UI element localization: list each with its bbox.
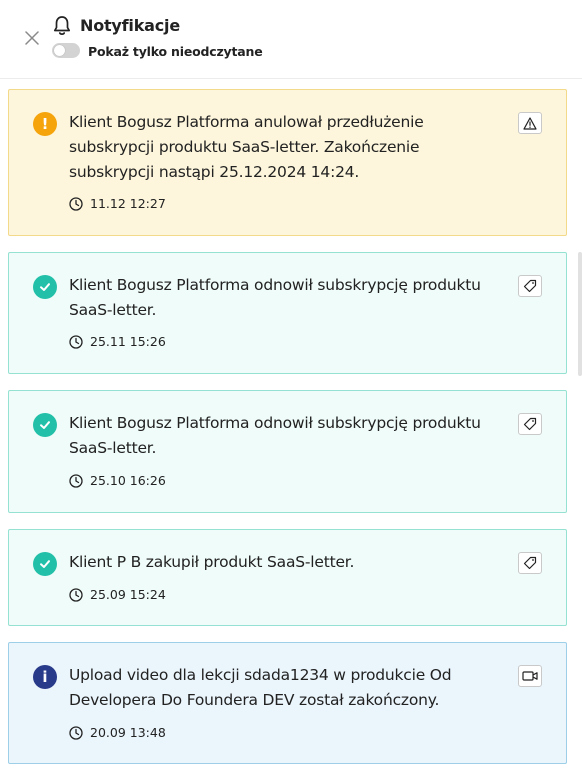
time-text: 25.11 15:26 [90,334,166,349]
toggle-knob [54,45,65,56]
clock-icon [69,196,83,211]
notification-time: 25.11 15:26 [69,334,166,349]
time-text: 25.09 15:24 [90,587,166,602]
type-button[interactable] [518,552,542,574]
notification-message: Klient Bogusz Platforma odnowił subskryp… [69,414,481,457]
tag-icon [523,417,537,431]
clock-icon [69,473,83,488]
scrollbar[interactable] [578,252,582,376]
clock-icon [69,587,83,602]
notification-message: Klient Bogusz Platforma odnowił subskryp… [69,276,481,319]
close-icon [25,31,39,45]
notification-message: Klient P B zakupił produkt SaaS-letter. [69,553,355,571]
clock-icon [69,334,83,349]
check-icon [33,552,57,576]
unread-only-label: Pokaż tylko nieodczytane [88,44,263,59]
info-icon: i [33,665,57,689]
check-icon [33,413,57,437]
notification-card[interactable]: i Upload video dla lekcji sdada1234 w pr… [8,642,567,764]
page-title: Notyfikacje [80,16,180,35]
notification-list[interactable]: ! Klient Bogusz Platforma anulował przed… [0,80,582,775]
type-button[interactable] [518,112,542,134]
unread-only-toggle[interactable] [52,43,80,58]
tag-icon [523,279,537,293]
check-icon [33,275,57,299]
type-button[interactable] [518,413,542,435]
video-icon [522,671,538,681]
notification-time: 25.10 16:26 [69,473,166,488]
notification-card[interactable]: ! Klient Bogusz Platforma anulował przed… [8,89,567,236]
type-button[interactable] [518,665,542,687]
type-button[interactable] [518,275,542,297]
notification-time: 11.12 12:27 [69,196,166,211]
time-text: 20.09 13:48 [90,725,166,740]
close-button[interactable] [22,28,42,48]
clock-icon [69,725,83,740]
notifications-header: Notyfikacje Pokaż tylko nieodczytane [0,0,582,79]
notification-card[interactable]: Klient Bogusz Platforma odnowił subskryp… [8,390,567,513]
exclamation-icon: ! [33,112,57,136]
notification-time: 25.09 15:24 [69,587,166,602]
notification-message: Upload video dla lekcji sdada1234 w prod… [69,666,452,709]
notification-card[interactable]: Klient Bogusz Platforma odnowił subskryp… [8,252,567,374]
tag-icon [523,556,537,570]
time-text: 11.12 12:27 [90,196,166,211]
notification-card[interactable]: Klient P B zakupił produkt SaaS-letter. … [8,529,567,626]
notification-time: 20.09 13:48 [69,725,166,740]
time-text: 25.10 16:26 [90,473,166,488]
notification-message: Klient Bogusz Platforma anulował przedłu… [69,113,424,181]
warning-triangle-icon [523,116,537,130]
bell-icon [53,16,71,35]
